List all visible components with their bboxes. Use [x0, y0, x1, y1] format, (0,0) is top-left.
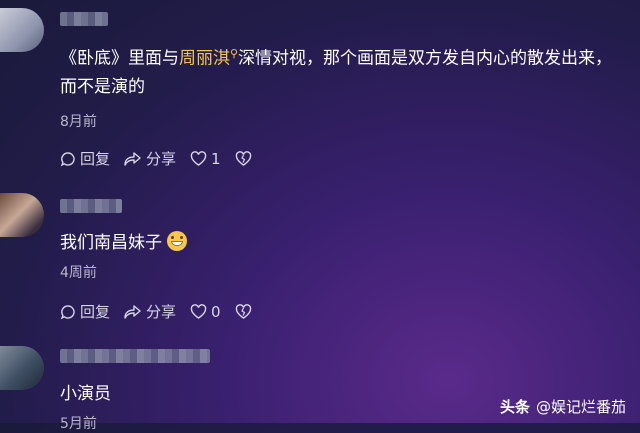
share-button[interactable]: 分享: [124, 148, 176, 169]
username-blurred[interactable]: [60, 199, 122, 213]
comment-icon: [60, 304, 75, 319]
mention-link[interactable]: 周丽淇: [179, 49, 230, 69]
search-icon: ⚲: [230, 47, 239, 60]
share-icon: [124, 304, 141, 319]
comment-time: 5月前: [60, 416, 97, 432]
reply-label: 回复: [80, 303, 111, 321]
share-label: 分享: [146, 150, 177, 168]
reply-button[interactable]: 回复: [60, 301, 110, 322]
dislike-button[interactable]: [235, 303, 256, 320]
broken-heart-icon: [235, 303, 251, 319]
comment-text-part: 《卧底》里面与: [60, 48, 179, 69]
comment-actions: 回复 分享 0: [60, 301, 270, 322]
comment-time: 8月前: [60, 114, 97, 130]
watermark: 头条 @娱记烂番茄: [500, 396, 626, 417]
grin-emoji-icon: [167, 231, 188, 251]
comment-icon: [60, 151, 75, 166]
broken-heart-icon: [235, 150, 251, 166]
share-button[interactable]: 分享: [124, 301, 176, 322]
watermark-handle: @娱记烂番茄: [535, 398, 626, 416]
reply-button[interactable]: 回复: [60, 148, 110, 169]
like-count: 1: [211, 149, 221, 168]
like-count: 0: [211, 302, 221, 321]
comment-text-part: 小演员: [60, 384, 111, 404]
watermark-brand: 头条: [499, 398, 530, 416]
avatar[interactable]: [0, 8, 44, 52]
like-button[interactable]: 0: [190, 303, 221, 321]
dislike-button[interactable]: [235, 150, 256, 167]
username-blurred[interactable]: [60, 12, 108, 26]
comment-actions: 回复 分享 1: [60, 148, 270, 169]
avatar[interactable]: [0, 193, 44, 237]
comment-text: 我们南昌妹子: [60, 229, 620, 257]
comment-time: 4周前: [60, 265, 97, 281]
share-label: 分享: [146, 303, 177, 321]
comment-text: 《卧底》里面与周丽淇⚲深情对视，那个画面是双方发自内心的散发出来，而不是演的: [60, 40, 620, 101]
like-button[interactable]: 1: [190, 150, 221, 168]
reply-label: 回复: [80, 150, 111, 168]
comment-text-part: 我们南昌妹子: [60, 233, 162, 253]
heart-icon: [190, 303, 207, 319]
avatar[interactable]: [0, 346, 44, 390]
share-icon: [124, 151, 141, 166]
username-blurred[interactable]: [60, 349, 210, 363]
heart-icon: [190, 150, 207, 166]
